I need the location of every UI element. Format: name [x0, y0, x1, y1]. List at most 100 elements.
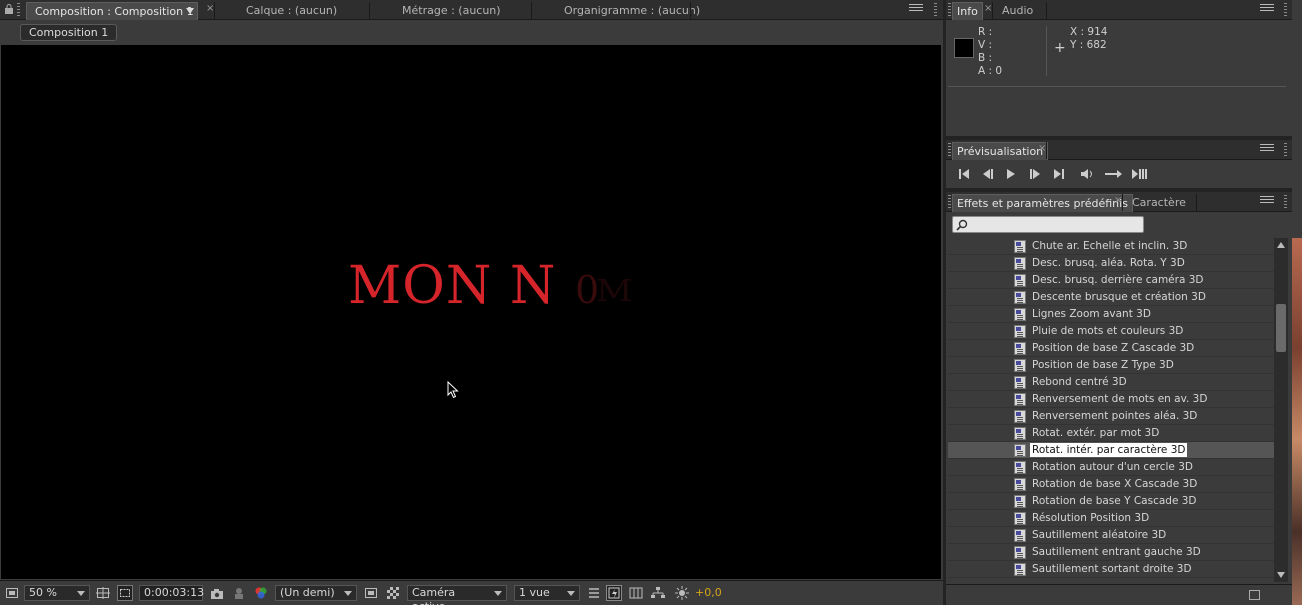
tab-layer[interactable]: Calque : (aucun): [238, 2, 345, 20]
previous-frame-icon[interactable]: [980, 167, 996, 181]
effects-list-item-label: Sautillement aléatoire 3D: [1032, 529, 1167, 541]
effects-list-item[interactable]: Sautillement entrant gauche 3D: [948, 544, 1274, 561]
effects-list-item[interactable]: Rotation de base Y Cascade 3D: [948, 493, 1274, 510]
effects-preset-list[interactable]: Chute ar. Echelle et inclin. 3D Desc. bru…: [948, 238, 1274, 582]
animation-preset-icon: [1014, 427, 1026, 440]
exposure-reset-icon[interactable]: [674, 585, 690, 601]
new-preset-icon[interactable]: [1249, 590, 1260, 600]
first-frame-icon[interactable]: [956, 167, 972, 181]
tab-composition[interactable]: Composition : Composition 1: [26, 2, 198, 20]
safe-margins-icon[interactable]: [95, 585, 111, 601]
effects-list-item[interactable]: Position de base Z Type 3D: [948, 357, 1274, 374]
animation-preset-icon: [1014, 461, 1026, 474]
animation-preset-icon: [1014, 478, 1026, 491]
effects-list-item[interactable]: Rotat. extér. par mot 3D: [948, 425, 1274, 442]
loop-icon[interactable]: [1104, 167, 1124, 181]
tab-footage[interactable]: Métrage : (aucun): [394, 2, 509, 20]
tab-character[interactable]: Caractère: [1124, 194, 1194, 212]
effects-list-item[interactable]: Desc. brusq. aléa. Rota. Y 3D: [948, 255, 1274, 272]
panel-grip-icon[interactable]: [1284, 3, 1287, 17]
panel-grip-icon[interactable]: [934, 3, 937, 17]
tab-audio[interactable]: Audio: [994, 2, 1041, 20]
always-preview-icon[interactable]: [4, 585, 20, 601]
resolution-dropdown[interactable]: (Un demi): [275, 585, 357, 601]
effects-list-item-label: Renversement de mots en av. 3D: [1032, 393, 1208, 405]
panel-grip-icon[interactable]: [1284, 195, 1287, 209]
fast-previews-icon[interactable]: [363, 585, 379, 601]
effects-list-item[interactable]: Rebond centré 3D: [948, 374, 1274, 391]
panel-grip-icon[interactable]: [1284, 143, 1287, 157]
info-alpha-value: A : 0: [978, 65, 1003, 77]
panel-grip-icon[interactable]: [948, 195, 951, 209]
effects-list-item-label: Rotat. intér. par caractère 3D: [1030, 443, 1188, 457]
effects-list-item-label: Résolution Position 3D: [1032, 512, 1150, 524]
exposure-value[interactable]: +0,0: [695, 585, 722, 601]
effects-list-item[interactable]: Pluie de mots et couleurs 3D: [948, 323, 1274, 340]
breadcrumb[interactable]: Composition 1: [20, 24, 118, 41]
play-icon[interactable]: [1003, 167, 1019, 181]
effects-list-item[interactable]: Renversement de mots en av. 3D: [948, 391, 1274, 408]
panel-grip-icon[interactable]: [17, 3, 20, 17]
composition-viewer[interactable]: MON N 0 M: [1, 45, 941, 579]
tab-flowchart[interactable]: Organigramme : (aucun): [556, 2, 708, 20]
timecode-field[interactable]: 0:00:03:13: [139, 585, 204, 601]
tab-divider: [690, 2, 691, 19]
effects-list-item[interactable]: Sautillement aléatoire 3D: [948, 527, 1274, 544]
effects-list-item[interactable]: Renversement pointes aléa. 3D: [948, 408, 1274, 425]
effects-list-item-label: Rotation autour d'un cercle 3D: [1032, 461, 1193, 473]
tab-flowchart-label: Organigramme : (aucun): [564, 4, 701, 17]
panel-grip-icon[interactable]: [948, 3, 951, 17]
ram-preview-icon[interactable]: [1131, 167, 1149, 181]
flowchart-icon[interactable]: [650, 585, 666, 601]
last-frame-icon[interactable]: [1051, 167, 1067, 181]
effects-tabbar: Effets et paramètres prédéfinis × Caract…: [946, 192, 1292, 212]
scrollbar-thumb[interactable]: [1276, 304, 1286, 352]
fast-preview-mode-icon[interactable]: [606, 585, 622, 601]
view-layout-dropdown[interactable]: 1 vue: [514, 585, 580, 601]
timeline-icon[interactable]: [628, 585, 644, 601]
effects-list-item-label: Chute ar. Echelle et inclin. 3D: [1032, 240, 1188, 252]
zoom-dropdown[interactable]: 50 %: [24, 585, 90, 601]
panel-menu-icon[interactable]: [1260, 144, 1274, 155]
panel-menu-icon[interactable]: [1260, 196, 1274, 207]
effects-list-item-label: Renversement pointes aléa. 3D: [1032, 410, 1198, 422]
effects-list-item[interactable]: Rotation de base X Cascade 3D: [948, 476, 1274, 493]
toggle-pixel-aspect-icon[interactable]: [586, 585, 602, 601]
effects-list-item[interactable]: Résolution Position 3D: [948, 510, 1274, 527]
panel-menu-icon[interactable]: [909, 4, 923, 15]
region-of-interest-icon[interactable]: [117, 585, 133, 601]
scroll-down-icon[interactable]: [1277, 572, 1285, 578]
effects-list-item[interactable]: Desc. brusq. derrière caméra 3D: [948, 272, 1274, 289]
color-channels-icon[interactable]: [253, 585, 269, 601]
mouse-pointer-icon: [447, 380, 459, 402]
effects-search-input[interactable]: [952, 216, 1144, 233]
animation-preset-icon: [1014, 325, 1026, 338]
effects-list-item[interactable]: Lignes Zoom avant 3D: [948, 306, 1274, 323]
scroll-up-icon[interactable]: [1277, 242, 1285, 248]
panel-menu-icon[interactable]: [1260, 4, 1274, 15]
effects-list-item[interactable]: Rotat. intér. par caractère 3D: [948, 442, 1274, 459]
effects-list-item[interactable]: Sautillement sortant droite 3D: [948, 561, 1274, 578]
effects-list-item-label: Desc. brusq. derrière caméra 3D: [1032, 274, 1204, 286]
camera-view-dropdown[interactable]: Caméra active: [407, 585, 507, 605]
camera-snapshot-icon[interactable]: [209, 585, 225, 601]
next-frame-icon[interactable]: [1027, 167, 1043, 181]
audio-icon[interactable]: [1079, 167, 1095, 181]
tab-info[interactable]: Info: [952, 2, 983, 20]
effects-list-item[interactable]: Descente brusque et création 3D: [948, 289, 1274, 306]
lock-icon[interactable]: [4, 4, 14, 15]
panel-grip-icon[interactable]: [948, 143, 951, 157]
tab-layer-label: Calque : (aucun): [246, 4, 338, 17]
show-snapshot-icon[interactable]: [231, 585, 247, 601]
transparency-grid-icon[interactable]: [385, 585, 401, 601]
chevron-down-icon[interactable]: [186, 8, 194, 14]
effects-list-item[interactable]: Position de base Z Cascade 3D: [948, 340, 1274, 357]
tab-effects-presets[interactable]: Effets et paramètres prédéfinis: [952, 194, 1133, 212]
tab-preview[interactable]: Prévisualisation: [952, 142, 1049, 160]
animation-preset-icon: [1014, 274, 1026, 287]
effects-list-scrollbar[interactable]: [1274, 238, 1288, 582]
effects-list-item[interactable]: Chute ar. Echelle et inclin. 3D: [948, 238, 1274, 255]
effects-list-item[interactable]: Rotation autour d'un cercle 3D: [948, 459, 1274, 476]
tab-divider: [992, 2, 993, 19]
tab-divider: [369, 2, 370, 19]
